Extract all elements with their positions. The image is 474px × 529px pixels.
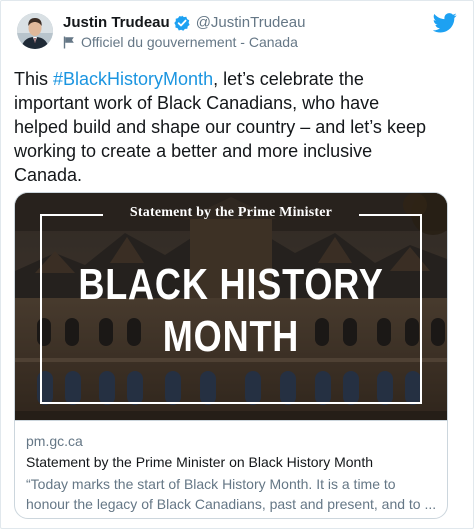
handle[interactable]: @JustinTrudeau [196, 14, 306, 31]
card-body[interactable]: pm.gc.ca Statement by the Prime Minister… [15, 420, 447, 518]
card-image-headline-line2: MONTH [162, 312, 300, 361]
name-row: Justin Trudeau @JustinTrudeau [63, 14, 305, 31]
display-name[interactable]: Justin Trudeau [63, 14, 170, 31]
card-image-statement-label: Statement by the Prime Minister [129, 205, 333, 220]
hashtag-link[interactable]: #BlackHistoryMonth [53, 69, 213, 89]
card-image-headline-line1: BLACK HISTORY [78, 260, 384, 309]
tweet-text-line: Canada. [14, 165, 83, 185]
link-preview-card[interactable]: Statement by the Prime Minister BLACK HI… [14, 192, 448, 519]
card-description: “Today marks the start of Black History … [26, 474, 441, 514]
twitter-bird-icon[interactable] [432, 13, 457, 33]
tweet-header: Justin Trudeau @JustinTrudeau Officiel d… [17, 11, 457, 59]
tweet-text-segment: This [14, 69, 54, 89]
tweet-text-line: important work of Black Canadians, who h… [14, 93, 380, 113]
government-label-text: Officiel du gouvernement - Canada [81, 34, 298, 50]
tweet-card: Justin Trudeau @JustinTrudeau Officiel d… [0, 0, 474, 529]
flag-icon [63, 36, 75, 49]
avatar[interactable] [17, 13, 53, 49]
card-domain: pm.gc.ca [26, 433, 83, 449]
tweet-text-line: working to create a better and more incl… [14, 141, 373, 161]
government-label: Officiel du gouvernement - Canada [63, 34, 298, 50]
card-title[interactable]: Statement by the Prime Minister on Black… [26, 454, 373, 470]
card-image[interactable]: Statement by the Prime Minister BLACK HI… [15, 193, 447, 420]
tweet-text-segment: , let’s celebrate the [213, 69, 364, 89]
tweet-text-line: helped build and shape our country – and… [14, 117, 426, 137]
tweet-text: This #BlackHistoryMonth, let’s celebrate… [14, 67, 454, 187]
card-description-line: honour the legacy of Black Canadians, pa… [26, 496, 437, 512]
avatar-portrait-icon [17, 13, 53, 49]
verified-badge-icon [173, 15, 190, 31]
card-description-line: “Today marks the start of Black History … [26, 476, 396, 492]
